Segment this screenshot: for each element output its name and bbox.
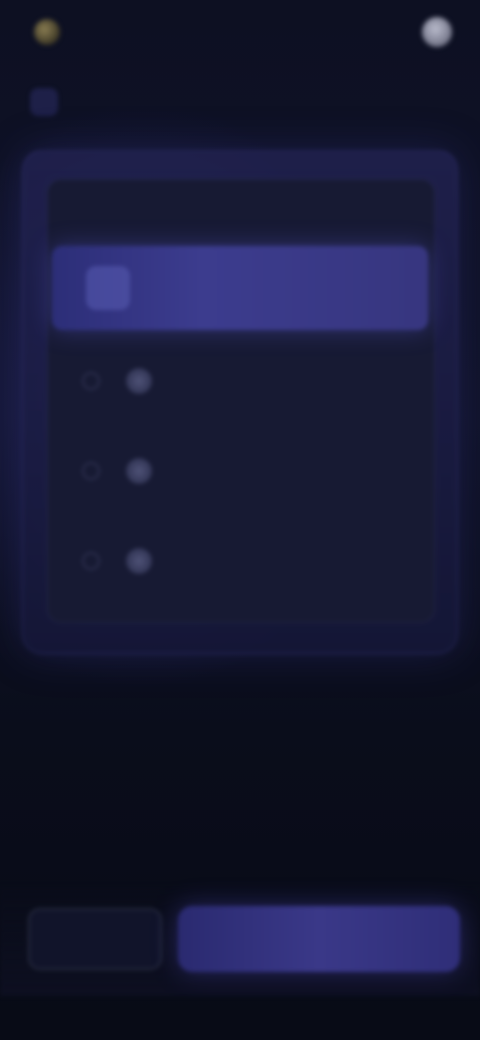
breadcrumb (30, 88, 66, 116)
bottom-action-bar (0, 886, 480, 996)
option-item[interactable] (70, 426, 410, 516)
option-icon (126, 458, 152, 484)
breadcrumb-pill[interactable] (30, 88, 58, 116)
app-screen (0, 0, 480, 1040)
option-item[interactable] (70, 516, 410, 606)
header-actions (410, 17, 452, 47)
option-hero-icon (86, 266, 130, 310)
option-list (70, 336, 410, 606)
brand-logo-icon (34, 19, 60, 45)
continue-button[interactable] (178, 906, 460, 972)
back-button[interactable] (28, 908, 162, 970)
option-icon (126, 368, 152, 394)
top-bar (0, 0, 480, 64)
option-selected[interactable] (52, 246, 428, 330)
radio-icon (82, 372, 100, 390)
option-item[interactable] (70, 336, 410, 426)
avatar-icon[interactable] (422, 17, 452, 47)
brand[interactable] (34, 19, 70, 45)
radio-icon (82, 552, 100, 570)
option-icon (126, 548, 152, 574)
blurred-content (0, 0, 480, 1040)
radio-icon (82, 462, 100, 480)
